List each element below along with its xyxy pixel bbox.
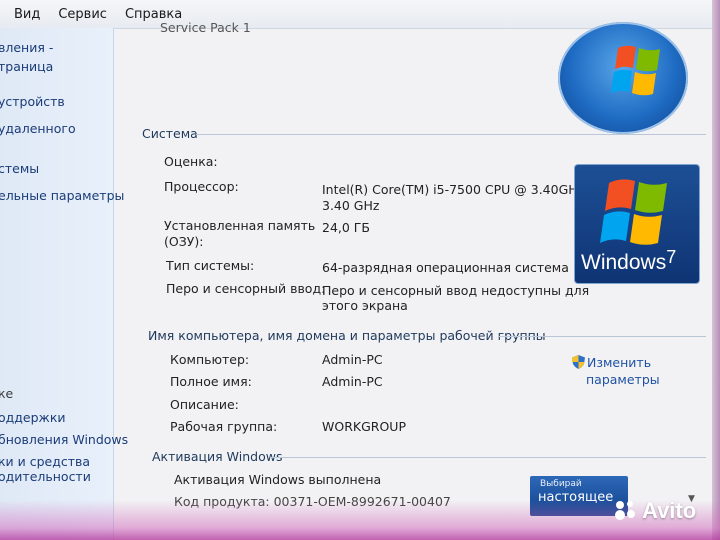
pen-touch-label: Перо и сенсорный ввод: bbox=[166, 281, 326, 296]
processor-value: Intel(R) Core(TM) i5-7500 CPU @ 3.40GHz bbox=[322, 182, 585, 197]
pen-touch-value-line2: этого экрана bbox=[322, 298, 408, 313]
memory-label: Установленная память bbox=[164, 218, 316, 233]
avito-watermark: Avito bbox=[614, 498, 696, 524]
rating-label: Оценка: bbox=[164, 154, 218, 169]
menu-view[interactable]: Вид bbox=[0, 7, 49, 22]
left-link-remote-settings[interactable]: удаленного bbox=[0, 121, 76, 136]
system-section-header: Система bbox=[142, 126, 198, 141]
computer-label: Компьютер: bbox=[170, 352, 250, 367]
memory-label-line2: (ОЗУ): bbox=[164, 234, 204, 249]
pen-touch-value: Перо и сенсорный ввод недоступны для bbox=[322, 283, 590, 298]
system-type-label: Тип системы: bbox=[166, 258, 255, 273]
activation-section-rule bbox=[270, 457, 706, 458]
left-link-windows-update[interactable]: бновления Windows bbox=[0, 432, 128, 447]
activation-status: Активация Windows выполнена bbox=[174, 472, 382, 487]
avito-logo-icon bbox=[614, 499, 638, 521]
product-key-text: Код продукта: 00371-OEM-8992671-00407 bbox=[174, 494, 451, 509]
windows-7-logo: Windows7 bbox=[574, 164, 700, 284]
left-link-performance-tools[interactable]: ки и средства bbox=[0, 454, 90, 469]
left-link-control-panel-home-2[interactable]: траница bbox=[0, 59, 53, 74]
content-area: Service Pack 1 Система Оценка: Процессор… bbox=[114, 20, 712, 540]
left-task-pane: вления - траница устройств удаленного ст… bbox=[0, 28, 128, 540]
monitor-bezel bbox=[712, 0, 720, 540]
full-name-label: Полное имя: bbox=[170, 374, 252, 389]
system-type-value: 64-разрядная операционная система bbox=[322, 260, 569, 275]
windows-logo-text: Windows7 bbox=[581, 247, 677, 274]
system-section-rule bbox=[196, 134, 706, 135]
change-settings-link[interactable]: Изменить параметры bbox=[572, 354, 660, 388]
see-also-heading: ке bbox=[0, 386, 14, 401]
service-pack-text: Service Pack 1 bbox=[160, 20, 251, 35]
computer-section-rule bbox=[498, 336, 706, 337]
system-properties-window: Вид Сервис Справка вления - траница устр… bbox=[0, 0, 712, 540]
left-link-support-center[interactable]: оддержки bbox=[0, 410, 66, 425]
memory-value: 24,0 ГБ bbox=[322, 220, 371, 235]
workgroup-label: Рабочая группа: bbox=[170, 419, 278, 434]
uac-shield-icon bbox=[572, 355, 585, 369]
activation-section-header: Активация Windows bbox=[152, 449, 283, 464]
left-link-advanced-settings[interactable]: ельные параметры bbox=[0, 188, 124, 203]
processor-speed-value: 3.40 GHz bbox=[322, 198, 380, 213]
computer-name-section-header: Имя компьютера, имя домена и параметры р… bbox=[148, 328, 546, 343]
computer-value: Admin-PC bbox=[322, 352, 383, 367]
windows-orb-logo bbox=[558, 22, 688, 134]
workgroup-value: WORKGROUP bbox=[322, 419, 406, 434]
left-link-control-panel-home[interactable]: вления - bbox=[0, 40, 53, 55]
left-link-system-protection[interactable]: стемы bbox=[0, 161, 39, 176]
left-link-device-manager[interactable]: устройств bbox=[0, 94, 65, 109]
processor-label: Процессор: bbox=[164, 179, 239, 194]
menu-service[interactable]: Сервис bbox=[49, 7, 116, 22]
left-link-performance-tools-2[interactable]: одительности bbox=[0, 469, 91, 484]
full-name-value: Admin-PC bbox=[322, 374, 383, 389]
description-label: Описание: bbox=[170, 397, 239, 412]
